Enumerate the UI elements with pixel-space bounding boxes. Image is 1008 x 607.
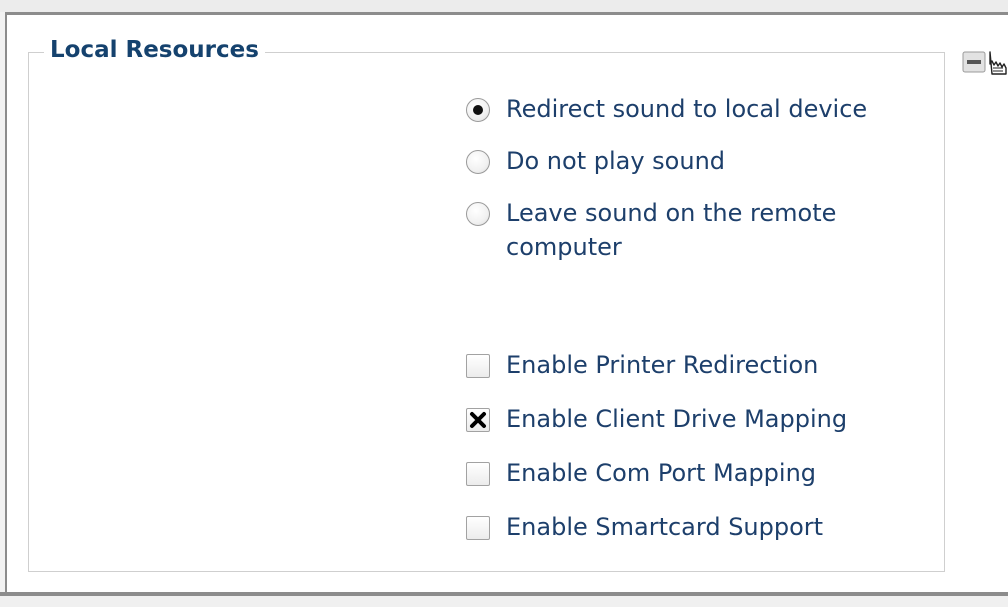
checkbox-smartcard-support[interactable] (466, 516, 490, 540)
radio-redirect-sound-label: Redirect sound to local device (506, 95, 868, 123)
checked-x-icon (470, 412, 486, 428)
radio-no-sound[interactable] (466, 150, 490, 174)
collapse-button[interactable] (962, 48, 1008, 78)
checkbox-printer-redirection[interactable] (466, 354, 490, 378)
radio-redirect-sound[interactable] (466, 98, 490, 122)
bottom-divider (0, 592, 1008, 596)
radio-no-sound-label: Do not play sound (506, 147, 726, 175)
left-divider (0, 12, 7, 607)
checkbox-client-drive-mapping[interactable] (466, 408, 490, 432)
collapse-minus-icon (962, 51, 1007, 75)
radio-leave-sound-remote-label: Leave sound on the remote computer (506, 199, 837, 261)
hand-pointer-cursor-icon (989, 51, 1007, 75)
checkbox-com-port-mapping-label: Enable Com Port Mapping (506, 459, 817, 487)
checkbox-com-port-mapping[interactable] (466, 462, 490, 486)
checkbox-printer-redirection-label: Enable Printer Redirection (506, 351, 819, 379)
local-resources-group (28, 52, 945, 572)
radio-leave-sound-remote[interactable] (466, 202, 490, 226)
checkbox-smartcard-support-label: Enable Smartcard Support (506, 513, 824, 541)
checkbox-client-drive-mapping-label: Enable Client Drive Mapping (506, 405, 848, 433)
group-title: Local Resources (44, 35, 265, 65)
top-divider (0, 12, 1008, 15)
top-panel-band (0, 0, 1008, 12)
